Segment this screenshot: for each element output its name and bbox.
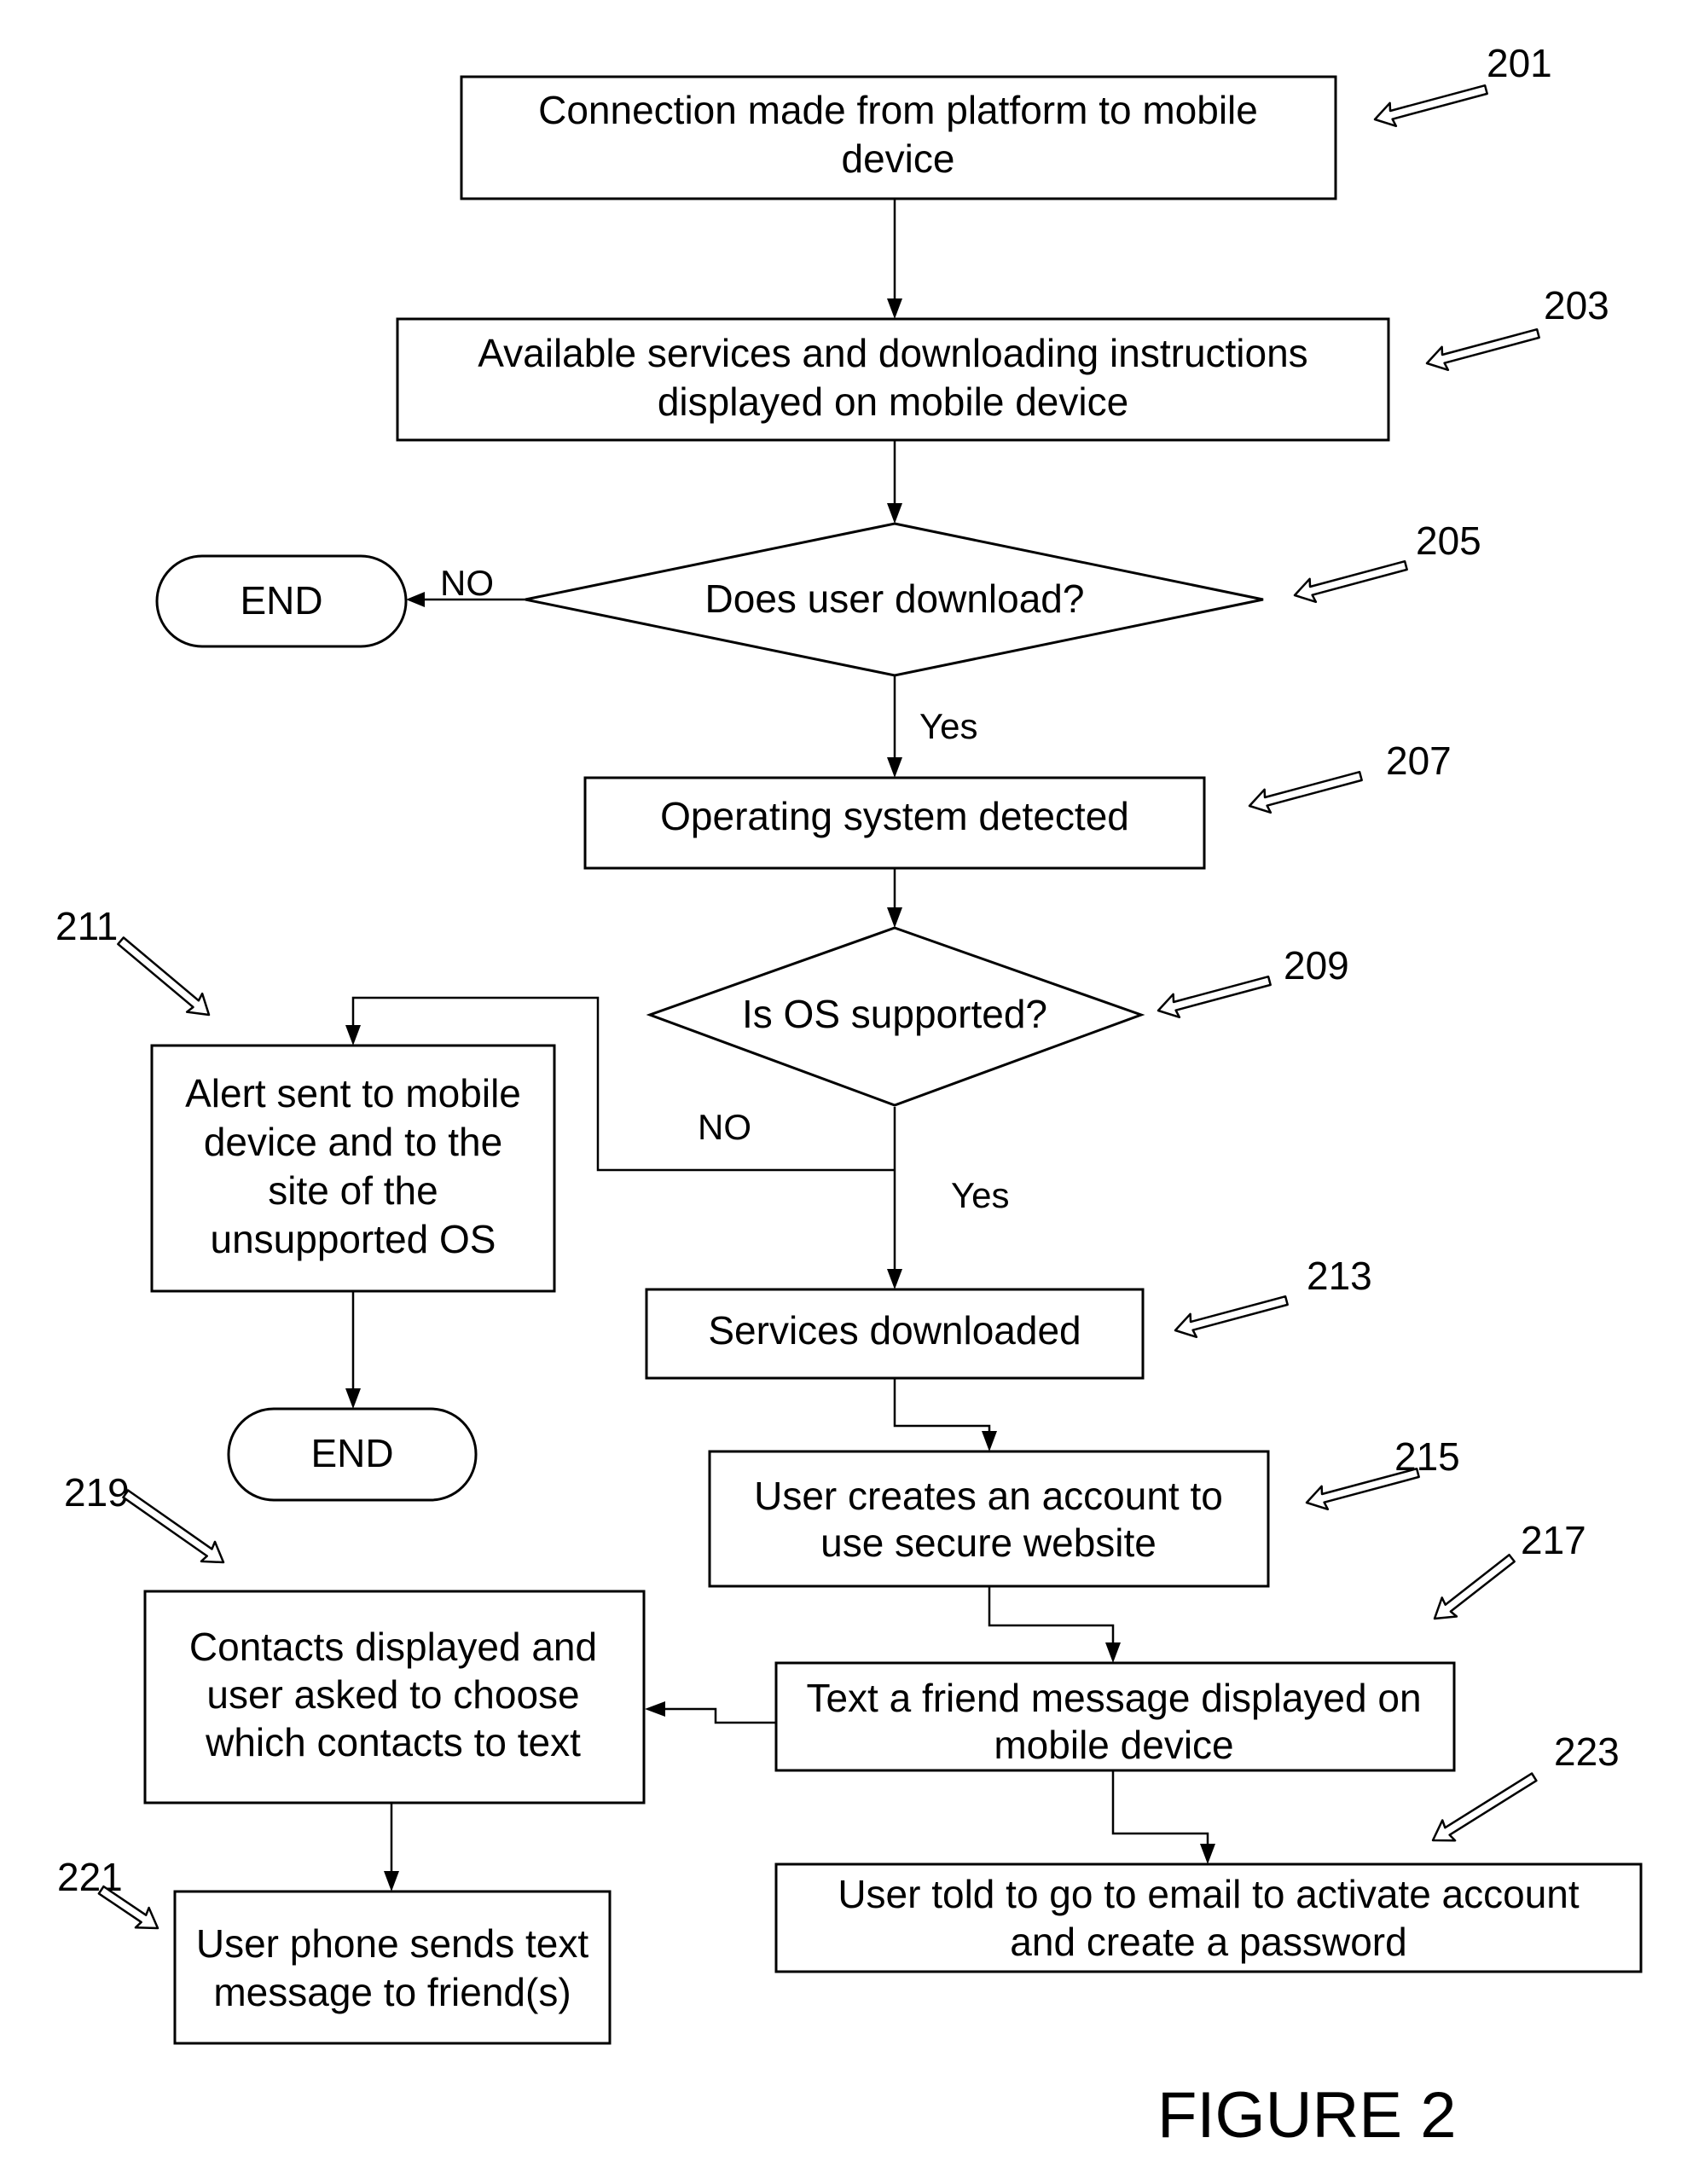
- reference-numeral: 213: [1307, 1254, 1372, 1298]
- step-text-line: and create a password: [1010, 1920, 1406, 1964]
- arrowhead-down: [345, 1025, 361, 1046]
- step-text-line: Connection made from platform to mobile: [538, 88, 1258, 132]
- step-text-line: unsupported OS: [210, 1217, 496, 1261]
- step-201: Connection made from platform to mobile …: [460, 75, 1337, 200]
- step-text-line: device and to the: [204, 1120, 502, 1164]
- callout-arrow-icon: [1174, 1295, 1289, 1339]
- callout-arrow-icon: [97, 1885, 159, 1930]
- branch-label-yes: Yes: [951, 1175, 1010, 1215]
- arrowhead-down: [887, 907, 902, 928]
- figure-label: FIGURE 2: [1157, 2079, 1457, 2152]
- step-text-line: Available services and downloading instr…: [478, 331, 1307, 375]
- reference-numeral: 211: [55, 904, 118, 948]
- arrowhead-down: [1200, 1844, 1215, 1864]
- decision-205: Does user download?: [525, 522, 1264, 677]
- arrowhead-left: [406, 592, 425, 607]
- branch-label-yes: Yes: [919, 706, 978, 746]
- reference-numeral: 207: [1386, 739, 1452, 783]
- connector-217-219: [664, 1707, 776, 1724]
- arrowhead-left: [645, 1701, 665, 1717]
- step-text-line: message to friend(s): [213, 1970, 571, 2014]
- step-text-line: mobile device: [994, 1723, 1233, 1767]
- callout-arrow-icon: [1157, 975, 1272, 1019]
- connector-217-223: [1111, 1770, 1209, 1845]
- reference-numeral: 209: [1284, 943, 1349, 988]
- reference-numeral: 205: [1416, 518, 1481, 563]
- terminal-text: END: [240, 578, 322, 623]
- step-217: Text a friend message displayed on mobil…: [774, 1661, 1456, 1772]
- branch-label-no: NO: [440, 563, 494, 603]
- step-text-line: User creates an account to: [754, 1474, 1223, 1518]
- step-text-line: User phone sends text: [196, 1921, 588, 1966]
- terminal-end-2: END: [227, 1407, 478, 1502]
- step-text-line: Alert sent to mobile: [185, 1071, 521, 1115]
- step-text-line: User told to go to email to activate acc…: [838, 1872, 1580, 1916]
- process-box: [708, 1450, 1270, 1588]
- arrowhead-down: [887, 503, 902, 524]
- arrowhead-down: [982, 1431, 997, 1451]
- branch-label-no: NO: [698, 1107, 751, 1147]
- step-207: Operating system detected: [583, 776, 1206, 870]
- terminal-text: END: [310, 1431, 393, 1475]
- callout-arrow-icon: [1293, 559, 1408, 604]
- step-221: User phone sends text message to friend(…: [173, 1890, 612, 2045]
- callout-arrow-icon: [1248, 770, 1363, 814]
- step-text-line: Text a friend message displayed on: [806, 1676, 1421, 1720]
- arrowhead-down: [887, 298, 902, 319]
- step-219: Contacts displayed and user asked to cho…: [143, 1590, 646, 1805]
- callout-arrow-icon: [1373, 84, 1488, 128]
- decision-text: Is OS supported?: [742, 992, 1047, 1036]
- callout-arrow-icon: [117, 936, 211, 1017]
- step-text-line: displayed on mobile device: [658, 379, 1128, 424]
- step-215: User creates an account to use secure we…: [708, 1450, 1270, 1588]
- flowchart: Connection made from platform to mobile …: [55, 41, 1643, 2152]
- arrowhead-down: [384, 1871, 399, 1891]
- reference-numeral: 201: [1487, 41, 1552, 85]
- callout-arrow-icon: [1431, 1772, 1538, 1842]
- decision-text: Does user download?: [705, 576, 1085, 621]
- step-text-line: use secure website: [820, 1521, 1157, 1565]
- arrowhead-down: [1105, 1642, 1121, 1663]
- decision-209: Is OS supported?: [646, 926, 1145, 1107]
- step-203: Available services and downloading instr…: [396, 317, 1390, 442]
- connector-213-215: [893, 1378, 991, 1433]
- reference-numeral: 203: [1544, 283, 1609, 327]
- step-text-line: Services downloaded: [708, 1308, 1081, 1353]
- terminal-end-1: END: [155, 554, 408, 648]
- reference-numeral: 219: [64, 1470, 130, 1515]
- step-text-line: Contacts displayed and: [189, 1625, 597, 1669]
- step-213: Services downloaded: [645, 1288, 1145, 1380]
- step-text-line: which contacts to text: [205, 1720, 581, 1764]
- reference-numeral: 217: [1521, 1518, 1586, 1562]
- callout-arrow-icon: [122, 1489, 225, 1564]
- callout-arrow-icon: [1425, 327, 1540, 372]
- arrowhead-down: [345, 1388, 361, 1409]
- step-text-line: site of the: [268, 1168, 438, 1213]
- step-211: Alert sent to mobile device and to the s…: [150, 1044, 556, 1293]
- step-text-line: Operating system detected: [660, 794, 1129, 838]
- connector-215-217: [988, 1586, 1115, 1644]
- reference-numeral: 223: [1554, 1729, 1620, 1774]
- callout-arrow-icon: [1433, 1554, 1516, 1620]
- arrowhead-down: [887, 757, 902, 778]
- step-text-line: user asked to choose: [206, 1672, 579, 1717]
- step-text-line: device: [842, 136, 955, 181]
- step-223: User told to go to email to activate acc…: [774, 1862, 1643, 1973]
- arrowhead-down: [887, 1269, 902, 1289]
- process-box: [173, 1890, 612, 2045]
